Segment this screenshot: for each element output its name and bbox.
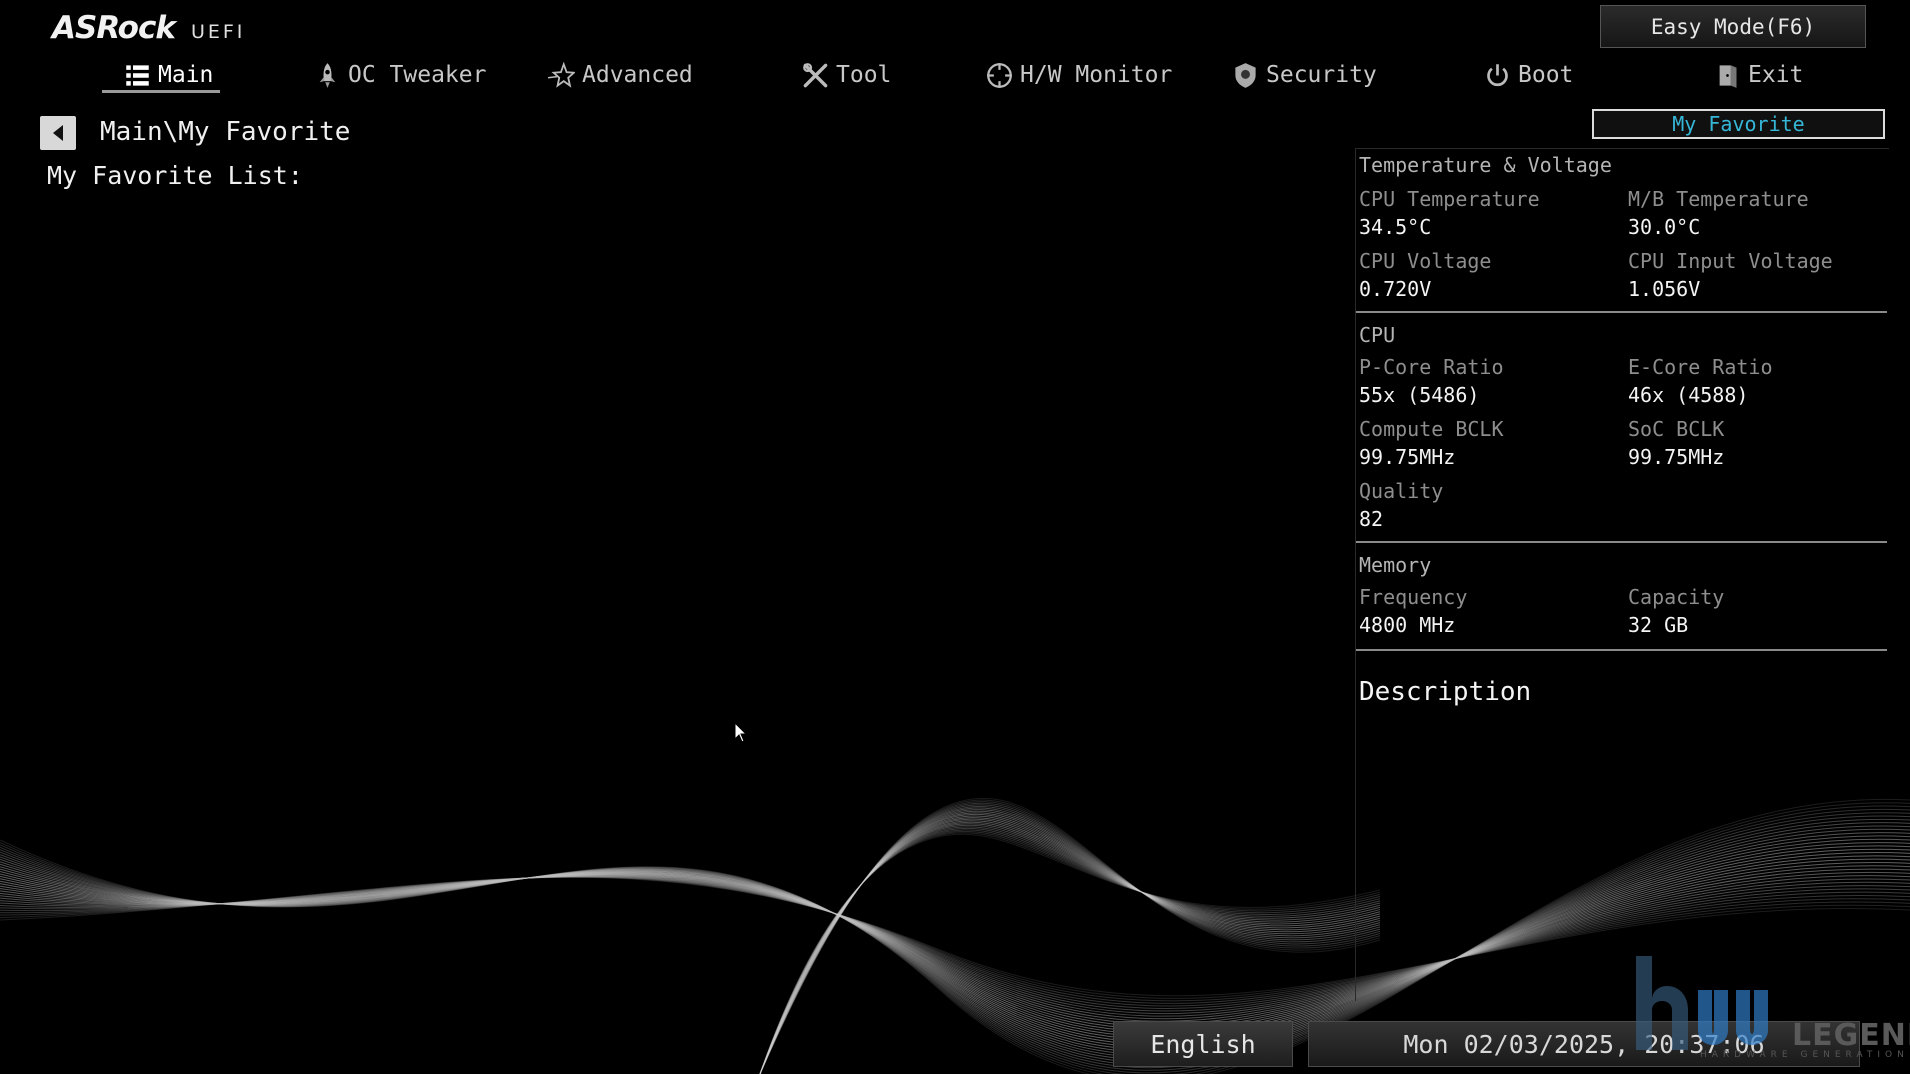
temp-voltage-title: Temperature & Voltage [1359, 153, 1612, 177]
tab-label: OC Tweaker [348, 62, 487, 88]
divider [1356, 649, 1887, 651]
tab-label: Advanced [582, 62, 693, 88]
favorite-list-label: My Favorite List: [47, 161, 303, 190]
compute-bclk-value: 99.75MHz [1359, 445, 1456, 469]
tab-main[interactable]: Main [124, 56, 213, 94]
tools-icon [803, 62, 828, 87]
ecore-ratio-value: 46x (4588) [1628, 383, 1749, 407]
mb-temp-label: M/B Temperature [1628, 187, 1809, 211]
memory-section-title: Memory [1359, 553, 1432, 577]
tab-boot[interactable]: Boot [1484, 56, 1573, 94]
exit-door-icon [1719, 64, 1737, 88]
star-icon [548, 61, 575, 88]
watermark-text: LEGEND [1792, 1018, 1910, 1053]
memory-capacity-value: 32 GB [1628, 613, 1689, 637]
cpu-section-title: CPU [1359, 323, 1396, 347]
system-info-panel: Temperature & Voltage CPU Temperature 34… [1355, 148, 1889, 1001]
tab-tool[interactable]: Tool [802, 56, 891, 94]
cpu-input-voltage-label: CPU Input Voltage [1628, 249, 1833, 273]
tab-advanced[interactable]: Advanced [548, 56, 693, 94]
list-icon [126, 64, 149, 86]
crosshair-icon [987, 62, 1012, 88]
watermark-subtext: HARDWARE GENERATION [1700, 1050, 1909, 1060]
tab-oc-tweaker[interactable]: OC Tweaker [314, 56, 486, 94]
tab-label: Exit [1748, 62, 1804, 88]
easy-mode-button[interactable]: Easy Mode(F6) [1600, 5, 1866, 48]
breadcrumb: Main\My Favorite [100, 117, 351, 147]
cpu-voltage-value: 0.720V [1359, 277, 1432, 301]
mouse-cursor-icon [734, 722, 748, 743]
soc-bclk-value: 99.75MHz [1628, 445, 1725, 469]
divider [1356, 541, 1887, 543]
quality-label: Quality [1359, 479, 1444, 503]
power-icon [1487, 63, 1508, 86]
tab-exit[interactable]: Exit [1714, 56, 1803, 94]
soc-bclk-label: SoC BCLK [1628, 417, 1725, 441]
cpu-temp-value: 34.5°C [1359, 215, 1432, 239]
tab-label: Security [1266, 62, 1377, 88]
pcore-ratio-value: 55x (5486) [1359, 383, 1480, 407]
cpu-voltage-label: CPU Voltage [1359, 249, 1492, 273]
rocket-icon [319, 62, 336, 88]
compute-bclk-label: Compute BCLK [1359, 417, 1504, 441]
mb-temp-value: 30.0°C [1628, 215, 1701, 239]
tab-label: Tool [836, 62, 892, 88]
description-title: Description [1359, 677, 1532, 707]
language-button[interactable]: English [1113, 1021, 1293, 1067]
cpu-temp-label: CPU Temperature [1359, 187, 1540, 211]
tab-label: H/W Monitor [1020, 62, 1173, 88]
shield-icon [1235, 62, 1256, 88]
tab-security[interactable]: Security [1232, 56, 1377, 94]
tab-label: Boot [1518, 62, 1574, 88]
uefi-label: UEFI [190, 21, 246, 43]
divider [1356, 311, 1887, 313]
brand-name: ASRock [52, 10, 176, 46]
quality-value: 82 [1359, 507, 1384, 531]
memory-frequency-label: Frequency [1359, 585, 1468, 609]
tab-label: Main [158, 62, 214, 88]
tab-hw-monitor[interactable]: H/W Monitor [986, 56, 1172, 94]
asrock-logo: ASRock UEFI [52, 10, 245, 46]
memory-capacity-label: Capacity [1628, 585, 1725, 609]
back-button[interactable] [40, 116, 76, 150]
pcore-ratio-label: P-Core Ratio [1359, 355, 1504, 379]
my-favorite-button[interactable]: My Favorite [1592, 109, 1885, 139]
active-tab-indicator [102, 90, 220, 93]
memory-frequency-value: 4800 MHz [1359, 613, 1456, 637]
ecore-ratio-label: E-Core Ratio [1628, 355, 1773, 379]
back-arrow-icon [53, 125, 63, 141]
cpu-input-voltage-value: 1.056V [1628, 277, 1701, 301]
